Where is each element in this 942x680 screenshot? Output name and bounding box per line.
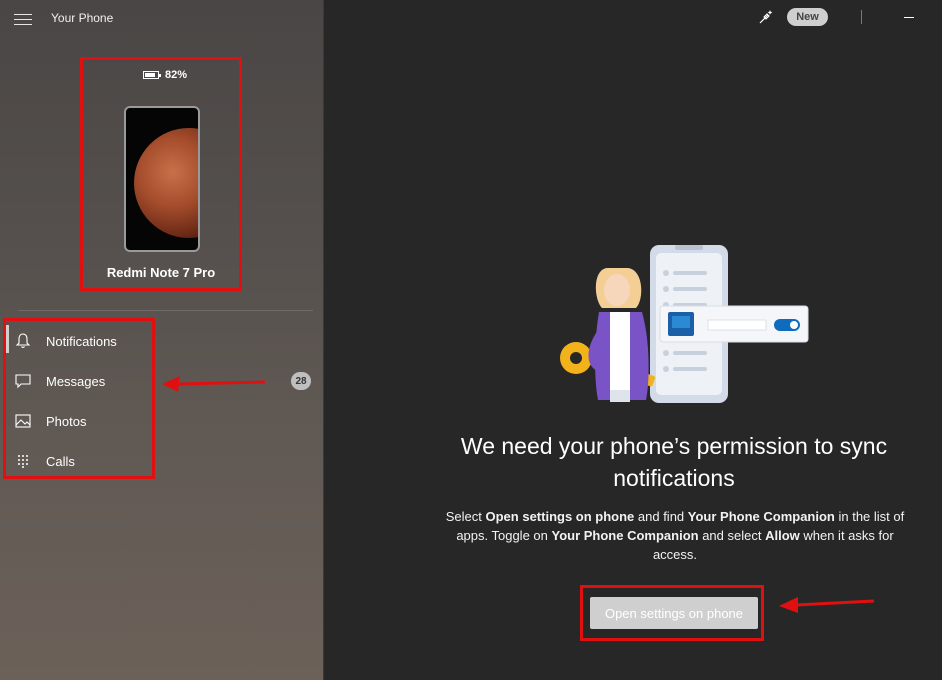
title-bar: Your Phone xyxy=(0,0,323,36)
permission-headline: We need your phone’s permission to sync … xyxy=(460,433,888,491)
sidebar-divider xyxy=(18,310,313,311)
minimize-icon[interactable] xyxy=(902,9,918,25)
device-name: Redmi Note 7 Pro xyxy=(106,265,216,280)
nav-highlight-box xyxy=(3,318,155,479)
title-bar-separator xyxy=(861,10,862,24)
battery-percent: 82% xyxy=(165,69,188,81)
battery-status: 82% xyxy=(143,69,187,81)
wallpaper-planet xyxy=(134,128,198,238)
annotation-arrow xyxy=(779,597,875,613)
permission-illustration xyxy=(560,245,809,403)
open-settings-button[interactable]: Open settings on phone xyxy=(590,597,758,629)
whats-new-icon[interactable] xyxy=(757,8,775,26)
app-title: Your Phone xyxy=(51,11,114,25)
sidebar: Your Phone 82% Redmi Note 7 Pro Notifica… xyxy=(0,0,324,680)
hamburger-menu-icon[interactable] xyxy=(14,14,32,26)
device-highlight-box: 82% Redmi Note 7 Pro xyxy=(80,57,242,291)
main-panel: New We need your phone’s permission to s… xyxy=(324,0,942,680)
new-badge[interactable]: New xyxy=(787,8,828,26)
permission-description: Select Open settings on phone and find Y… xyxy=(445,509,905,562)
phone-image[interactable] xyxy=(124,106,200,252)
unread-count-badge: 28 xyxy=(291,372,311,390)
battery-icon xyxy=(143,71,161,79)
annotation-arrow xyxy=(162,376,266,392)
